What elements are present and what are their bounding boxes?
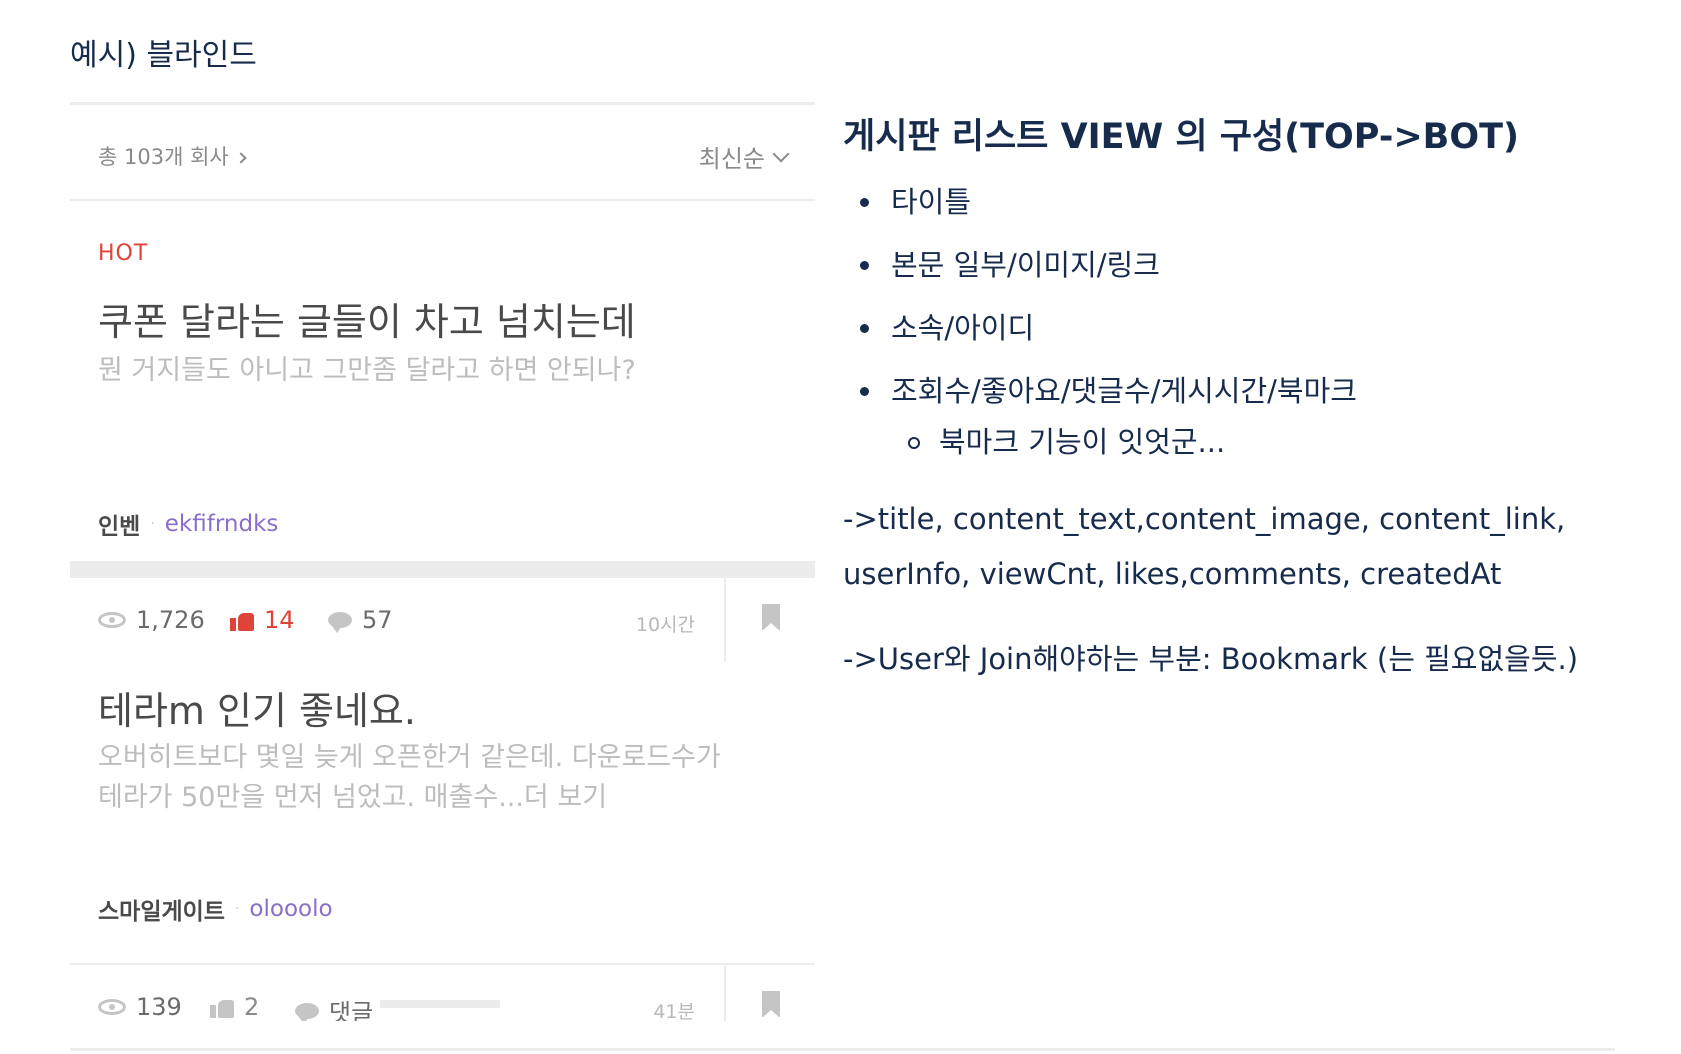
comment-count-value: 댓글 <box>329 999 374 1021</box>
list-item: 소속/아이디 <box>843 307 1643 349</box>
list-item-text: 조회수/좋아요/댓글수/게시시간/북마크 <box>891 374 1357 408</box>
sort-dropdown[interactable]: 최신순 <box>698 139 790 174</box>
comment-icon <box>295 1002 319 1021</box>
scroll-indicator <box>380 1000 500 1008</box>
company-name[interactable]: 인벤 <box>98 507 140 541</box>
bookmark-icon[interactable] <box>762 991 780 1018</box>
like-count-value: 2 <box>244 993 260 1021</box>
sub-list-item: 북마크 기능이 잇엇군... <box>891 422 1643 462</box>
chevron-right-icon <box>235 152 247 164</box>
chevron-down-icon <box>772 145 790 162</box>
post-title[interactable]: 쿠폰 달라는 글들이 차고 넘치는데 <box>98 291 636 346</box>
list-item: 조회수/좋아요/댓글수/게시시간/북마크 북마크 기능이 잇엇군... <box>843 370 1643 462</box>
notes-title: 게시판 리스트 VIEW 의 구성(TOP->BOT) <box>843 117 1519 157</box>
blind-list-screenshot: 총 103개 회사 최신순 HOT 쿠폰 달라는 글들이 차고 넘치는데 뭔 거… <box>70 102 815 1021</box>
eye-icon <box>98 999 126 1015</box>
page-heading: 예시) 블라인드 <box>70 38 257 73</box>
comment-count[interactable]: 댓글 <box>295 993 373 1021</box>
hot-badge: HOT <box>98 241 149 266</box>
post-author-meta: 인벤 · ekfifrndks <box>98 507 278 541</box>
post-title[interactable]: 테라m 인기 좋네요. <box>98 680 416 735</box>
company-count-link[interactable]: 총 103개 회사 <box>98 141 247 171</box>
list-item: 타이틀 <box>843 181 1643 223</box>
company-name[interactable]: 스마일게이트 <box>98 892 225 926</box>
post-excerpt[interactable]: 오버히트보다 몇일 늦게 오픈한거 같은데. 다운로드수가 테라가 50만을 먼… <box>98 738 788 818</box>
fields-paragraph: ->title, content_text,content_image, con… <box>843 502 1566 591</box>
bottom-divider <box>70 1048 1615 1051</box>
post-card[interactable]: 테라m 인기 좋네요. 오버히트보다 몇일 늦게 오픈한거 같은데. 다운로드수… <box>70 617 815 1021</box>
user-id[interactable]: ekfifrndks <box>165 511 279 537</box>
list-header: 총 103개 회사 최신순 <box>70 105 815 201</box>
divider <box>724 965 726 1021</box>
post-time: 41분 <box>653 1001 695 1021</box>
like-button[interactable]: 2 <box>210 993 259 1021</box>
meta-separator: · <box>234 901 240 917</box>
notes-bullet-list: 타이틀 본문 일부/이미지/링크 소속/아이디 조회수/좋아요/댓글수/게시시간… <box>843 181 1643 462</box>
post-author-meta: 스마일게이트 · olooolo <box>98 892 333 926</box>
user-id[interactable]: olooolo <box>249 896 332 922</box>
company-count-text: 총 103개 회사 <box>98 145 229 169</box>
list-item: 본문 일부/이미지/링크 <box>843 244 1643 286</box>
post-stats-bar: 139 2 댓글 41분 <box>70 963 815 1021</box>
post-excerpt[interactable]: 뭔 거지들도 아니고 그만좀 달라고 하면 안되나? <box>98 351 788 391</box>
meta-separator: · <box>150 516 155 532</box>
notes-section: 게시판 리스트 VIEW 의 구성(TOP->BOT) 타이틀 본문 일부/이미… <box>843 108 1643 687</box>
notes-sub-list: 북마크 기능이 잇엇군... <box>891 422 1643 462</box>
section-gap <box>70 561 815 577</box>
view-count: 139 <box>98 993 182 1021</box>
join-paragraph: ->User와 Join해야하는 부분: Bookmark (는 필요없을듯.) <box>843 642 1579 676</box>
sort-label: 최신순 <box>698 145 765 173</box>
view-count-value: 139 <box>136 993 182 1021</box>
thumbs-up-icon <box>210 996 234 1018</box>
